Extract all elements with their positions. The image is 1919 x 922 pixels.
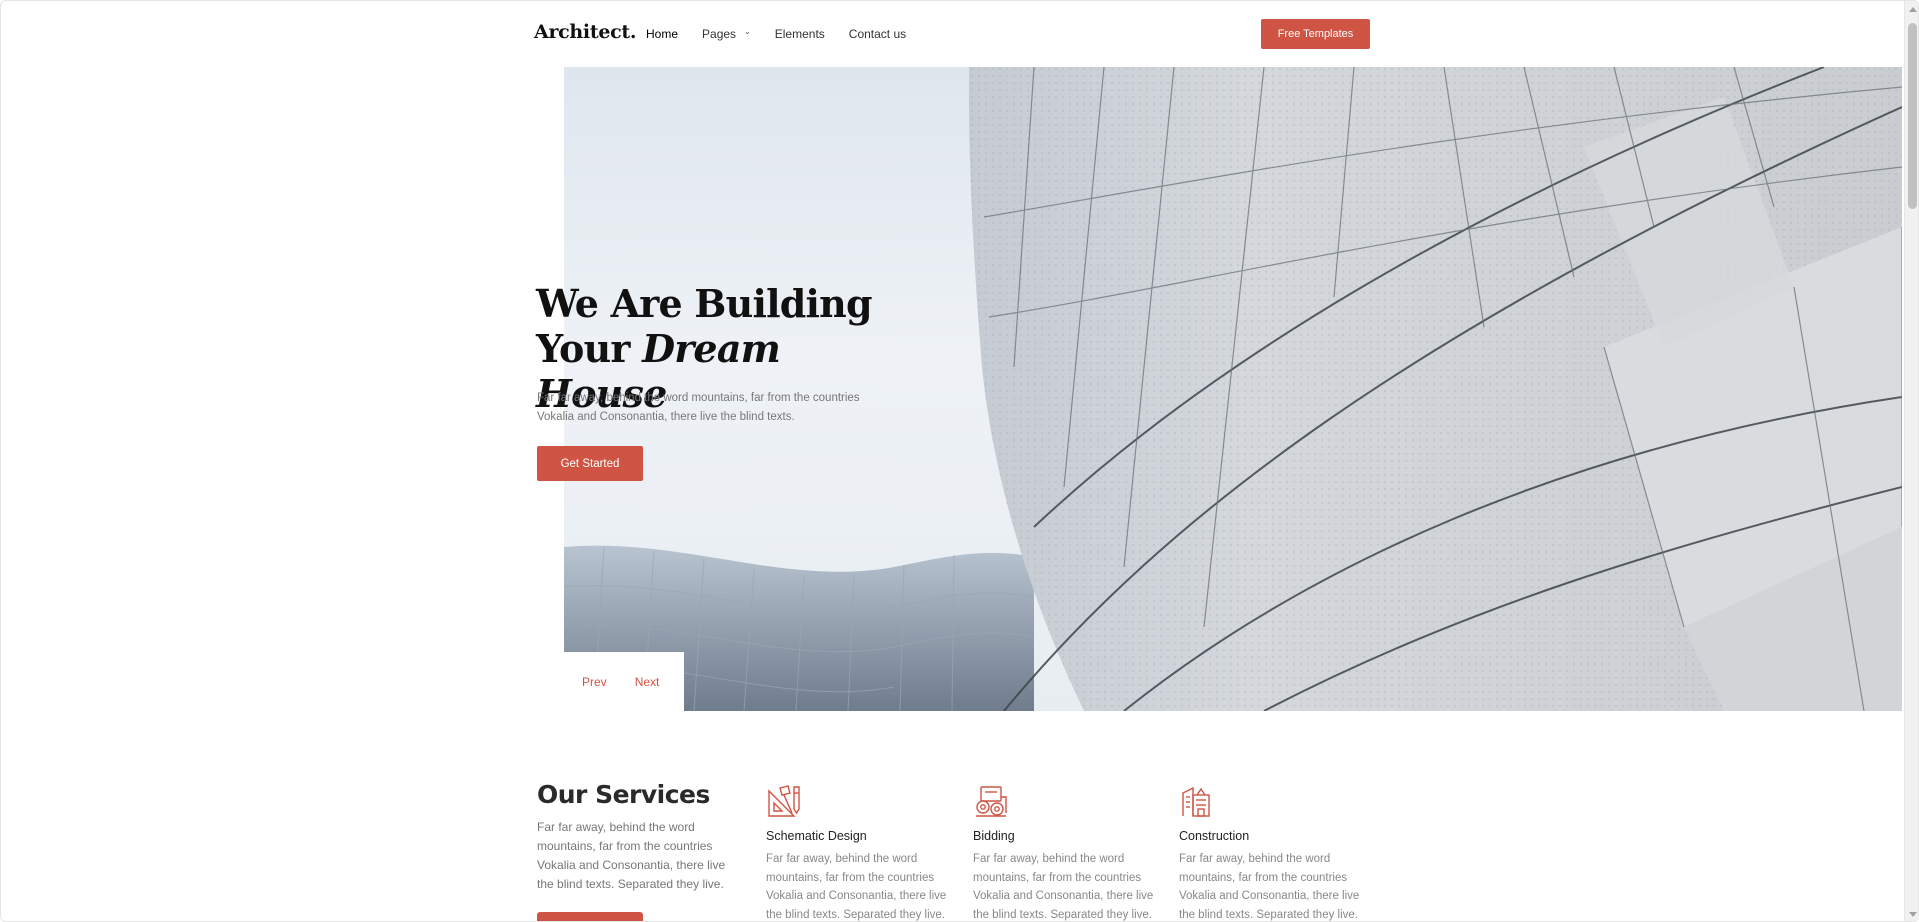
free-templates-button[interactable]: Free Templates <box>1261 19 1370 49</box>
service-card-schematic: Schematic Design Far far away, behind th… <box>766 783 956 921</box>
main-nav: Home Pages ⌄ Elements Contact us <box>646 26 930 42</box>
vertical-scrollbar[interactable] <box>1904 1 1918 921</box>
services-description: Far far away, behind the word mountains,… <box>537 820 726 891</box>
service-title: Schematic Design <box>766 829 867 843</box>
site-header: Architect. Home Pages ⌄ Elements Contact … <box>1 1 1918 67</box>
scrollbar-thumb[interactable] <box>1908 23 1917 209</box>
hero-description: Far far away, behind the word mountains,… <box>537 392 860 423</box>
service-text: Far far away, behind the word mountains,… <box>973 853 1154 921</box>
service-title: Bidding <box>973 829 1015 843</box>
next-button[interactable]: Next <box>635 675 660 689</box>
get-started-button[interactable]: Get Started <box>537 446 643 481</box>
nav-item-contact[interactable]: Contact us <box>849 27 906 41</box>
drafting-tools-icon <box>768 785 800 817</box>
service-title: Construction <box>1179 829 1250 843</box>
nav-item-label: Home <box>646 27 679 41</box>
service-text: Far far away, behind the word mountains,… <box>766 853 947 921</box>
scroll-down-arrow-icon[interactable] <box>1909 912 1917 917</box>
gears-blueprint-icon <box>976 786 1007 817</box>
slider-nav: Prev Next <box>564 652 684 711</box>
hero-title-line2: Your <box>536 326 643 371</box>
services-title: Our Services <box>537 780 710 809</box>
chevron-down-icon: ⌄ <box>744 26 751 36</box>
nav-item-label: Contact us <box>848 27 907 41</box>
prev-button[interactable]: Prev <box>582 675 607 689</box>
page-frame: Architect. Home Pages ⌄ Elements Contact … <box>0 0 1919 922</box>
service-text: Far far away, behind the word mountains,… <box>1179 853 1360 921</box>
nav-item-pages[interactable]: Pages ⌄ <box>702 26 751 42</box>
nav-item-home[interactable]: Home <box>646 27 678 41</box>
nav-item-elements[interactable]: Elements <box>775 27 825 41</box>
nav-item-label: Elements <box>774 27 825 41</box>
hero-title-line1: We Are Building <box>536 281 873 326</box>
service-card-construction: Construction Far far away, behind the wo… <box>1179 783 1369 921</box>
site-logo[interactable]: Architect. <box>534 21 636 43</box>
nav-item-label: Pages <box>702 27 737 41</box>
services-button[interactable] <box>537 912 643 921</box>
buildings-icon <box>1182 786 1210 817</box>
service-card-bidding: Bidding Far far away, behind the word mo… <box>973 783 1163 921</box>
scroll-up-arrow-icon[interactable] <box>1909 7 1917 12</box>
